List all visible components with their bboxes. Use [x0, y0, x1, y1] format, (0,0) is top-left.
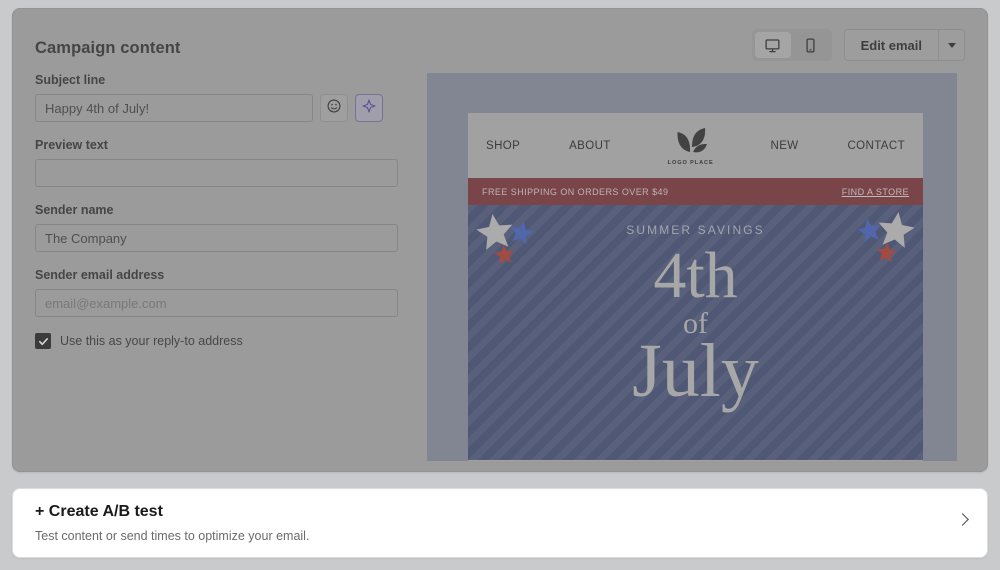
subject-line-input[interactable]: Happy 4th of July!	[35, 94, 313, 122]
ai-assist-button[interactable]	[355, 94, 383, 122]
subject-line-field: Subject line Happy 4th of July!	[35, 73, 420, 122]
sender-name-label: Sender name	[35, 203, 114, 217]
create-ab-test-card[interactable]: + Create A/B test Test content or send t…	[12, 488, 988, 558]
sender-name-input[interactable]: The Company	[35, 224, 398, 252]
hero-banner: SUMMER SAVINGS 4th of July	[468, 205, 923, 460]
leaf-logo-icon	[677, 128, 707, 153]
promo-bar: FREE SHIPPING ON ORDERS OVER $49 FIND A …	[468, 178, 923, 205]
subject-line-row: Happy 4th of July!	[35, 94, 420, 122]
device-preview-toggle[interactable]	[751, 29, 832, 61]
edit-email-button[interactable]: Edit email	[843, 29, 938, 61]
subject-line-label: Subject line	[35, 73, 106, 87]
chevron-down-icon	[947, 42, 956, 48]
nav-link-shop[interactable]: SHOP	[486, 140, 520, 152]
reply-to-row[interactable]: Use this as your reply-to address	[35, 333, 420, 349]
nav-link-contact[interactable]: CONTACT	[847, 140, 905, 152]
email-preview-pane[interactable]: SHOP ABOUT LOGO PLACE NEW CONTACT FREE S…	[427, 73, 957, 461]
sender-email-input[interactable]: email@example.com	[35, 289, 398, 317]
email-body: SHOP ABOUT LOGO PLACE NEW CONTACT FREE S…	[468, 113, 923, 461]
email-logo: LOGO PLACE	[668, 125, 714, 166]
emoji-picker-button[interactable]	[320, 94, 348, 122]
sender-name-field: Sender name The Company	[35, 203, 420, 252]
logo-text: LOGO PLACE	[667, 160, 714, 166]
sender-email-field: Sender email address email@example.com	[35, 268, 420, 317]
ab-test-subtitle: Test content or send times to optimize y…	[35, 529, 310, 543]
page-title: Campaign content	[35, 39, 181, 57]
hero-eyebrow: SUMMER SAVINGS	[626, 223, 765, 237]
reply-to-checkbox[interactable]	[35, 333, 51, 349]
emoji-smiley-icon	[326, 98, 342, 119]
reply-to-label: Use this as your reply-to address	[60, 334, 243, 348]
hero-line-july: July	[632, 329, 759, 413]
preview-text-field: Preview text	[35, 138, 420, 187]
desktop-preview-button[interactable]	[754, 32, 791, 58]
edit-email-group: Edit email	[843, 29, 965, 61]
checkmark-icon	[38, 337, 48, 345]
desktop-monitor-icon	[764, 37, 781, 54]
promo-text: FREE SHIPPING ON ORDERS OVER $49	[482, 186, 669, 197]
card-header: Campaign content Edit email	[13, 9, 987, 73]
sparkle-ai-icon	[361, 98, 377, 119]
email-nav: SHOP ABOUT LOGO PLACE NEW CONTACT	[468, 113, 923, 178]
preview-text-label: Preview text	[35, 138, 108, 152]
mobile-preview-button[interactable]	[793, 32, 829, 58]
hero-line-4th: 4th	[653, 239, 738, 312]
campaign-content-card: Campaign content Edit email Subject line…	[12, 8, 988, 472]
header-controls: Edit email	[751, 29, 965, 61]
preview-text-input[interactable]	[35, 159, 398, 187]
nav-link-new[interactable]: NEW	[771, 140, 799, 152]
edit-email-dropdown-button[interactable]	[938, 29, 965, 61]
campaign-form: Subject line Happy 4th of July! Preview …	[35, 73, 420, 349]
nav-link-about[interactable]: ABOUT	[569, 140, 611, 152]
page-scrollbar[interactable]	[993, 0, 1000, 570]
sender-email-label: Sender email address	[35, 268, 165, 282]
page-root: Campaign content Edit email Subject line…	[0, 0, 1000, 570]
ab-test-title: + Create A/B test	[35, 503, 163, 520]
mobile-phone-icon	[802, 37, 819, 54]
find-a-store-link[interactable]: FIND A STORE	[842, 187, 909, 197]
chevron-right-icon[interactable]	[956, 513, 969, 526]
